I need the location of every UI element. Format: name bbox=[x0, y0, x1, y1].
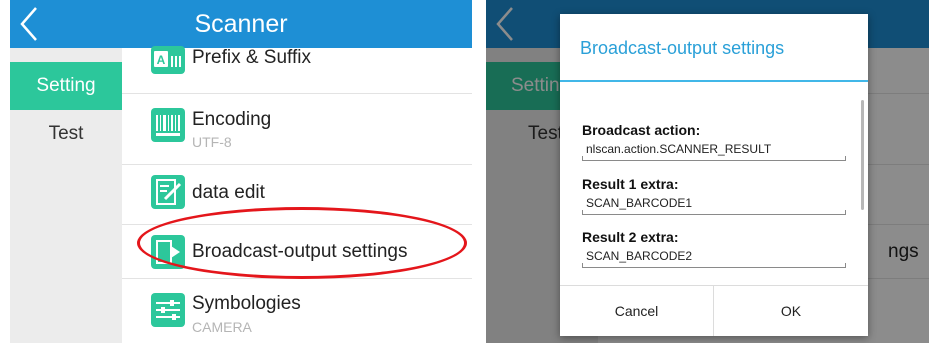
field-label: Broadcast action: bbox=[582, 122, 701, 138]
sidebar-item-setting[interactable]: Setting bbox=[10, 62, 122, 110]
cancel-button[interactable]: Cancel bbox=[560, 286, 714, 336]
field-label: Result 2 extra: bbox=[582, 229, 679, 245]
sliders-icon bbox=[151, 293, 185, 327]
dialog-buttons: Cancel OK bbox=[560, 285, 868, 336]
svg-text:A: A bbox=[157, 53, 166, 67]
input-underline bbox=[582, 263, 846, 268]
list-item-title: Prefix & Suffix bbox=[192, 47, 311, 68]
list-item-encoding[interactable]: Encoding UTF-8 bbox=[122, 93, 472, 165]
broadcast-settings-dialog: Broadcast-output settings Broadcast acti… bbox=[560, 14, 868, 336]
dialog-title: Broadcast-output settings bbox=[580, 38, 785, 58]
broadcast-action-input[interactable]: nlscan.action.SCANNER_RESULT bbox=[586, 142, 771, 156]
list-item-title: Symbologies bbox=[192, 293, 301, 314]
scanner-settings-screen: Scanner Setting Test A Prefix & Suffix E… bbox=[10, 0, 472, 343]
settings-list: A Prefix & Suffix Encoding UTF-8 data ed… bbox=[122, 46, 472, 343]
result2-extra-input[interactable]: SCAN_BARCODE2 bbox=[586, 249, 692, 263]
sidebar: Setting Test bbox=[10, 48, 122, 343]
input-underline bbox=[582, 156, 846, 161]
list-item-prefix-suffix[interactable]: A Prefix & Suffix bbox=[122, 40, 472, 94]
input-underline bbox=[582, 210, 846, 215]
list-item-symbologies[interactable]: Symbologies CAMERA bbox=[122, 279, 472, 343]
prefix-suffix-icon: A bbox=[151, 46, 185, 74]
broadcast-dialog-screen: Settin Test ngs Broadcast-output setting… bbox=[486, 0, 929, 343]
sidebar-item-test[interactable]: Test bbox=[10, 110, 122, 158]
barcode-icon bbox=[151, 108, 185, 142]
edit-icon bbox=[151, 175, 185, 209]
list-item-title: data edit bbox=[192, 182, 265, 203]
list-item-subtitle: CAMERA bbox=[192, 319, 252, 335]
scrollbar[interactable] bbox=[861, 100, 864, 210]
list-item-title: Encoding bbox=[192, 109, 272, 130]
dialog-body[interactable]: Broadcast action: nlscan.action.SCANNER_… bbox=[560, 82, 868, 286]
field-label: Result 1 extra: bbox=[582, 176, 679, 192]
highlight-circle bbox=[137, 207, 467, 279]
ok-button[interactable]: OK bbox=[714, 286, 868, 336]
list-item-subtitle: UTF-8 bbox=[192, 134, 232, 150]
result1-extra-input[interactable]: SCAN_BARCODE1 bbox=[586, 196, 692, 210]
